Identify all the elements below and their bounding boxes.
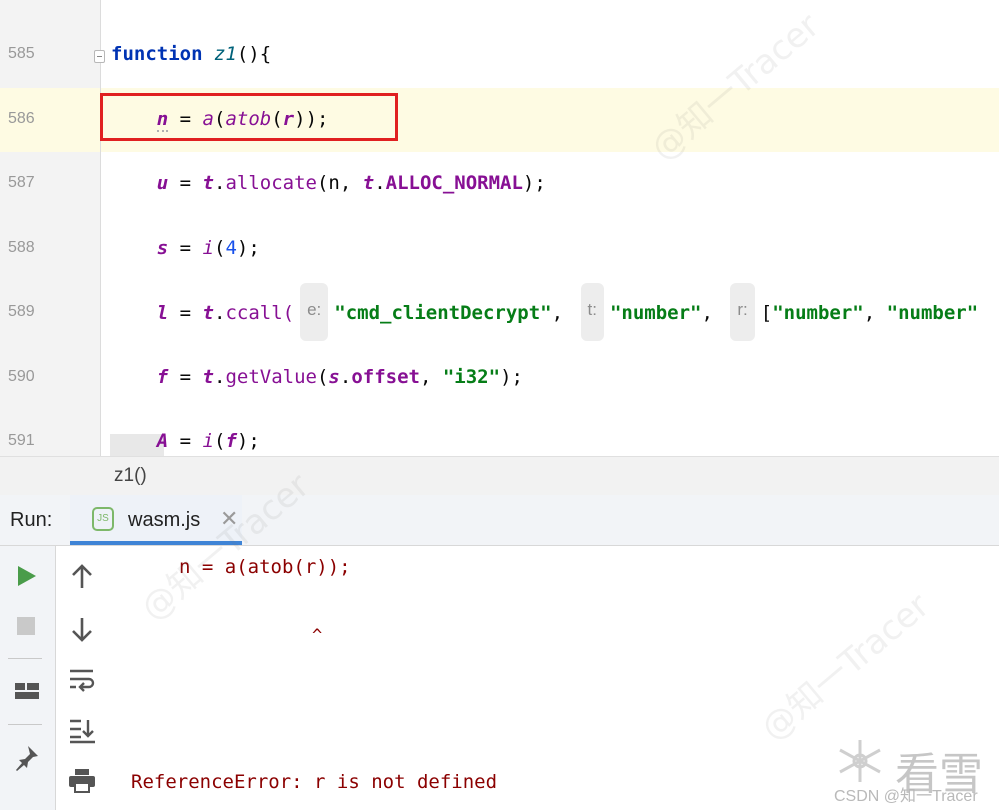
- play-icon[interactable]: [16, 564, 38, 588]
- code-token: t: [202, 302, 214, 324]
- code-line-589[interactable]: l = t.ccall(e: "cmd_clientDecrypt", t: "nu…: [111, 282, 979, 343]
- toolbar-separator: [8, 658, 42, 659]
- code-token: (: [316, 366, 329, 388]
- code-token: f: [156, 366, 169, 388]
- code-token: );: [500, 366, 523, 388]
- code-token: );: [522, 172, 546, 194]
- line-gutter: [0, 0, 101, 456]
- fold-icon[interactable]: [94, 50, 105, 63]
- line-number: 586: [8, 110, 35, 127]
- breadcrumb-item[interactable]: z1(): [114, 465, 147, 487]
- soft-wrap-icon[interactable]: [69, 668, 97, 694]
- code-token: );: [236, 237, 260, 259]
- code-token: ,: [701, 302, 725, 324]
- arrow-up-icon[interactable]: [71, 564, 93, 590]
- code-token: (n,: [316, 172, 363, 194]
- print-icon[interactable]: [68, 768, 96, 794]
- function-name: z1: [213, 43, 237, 65]
- toolbar-separator: [8, 724, 42, 725]
- csdn-watermark: CSDN @知一Tracer: [834, 788, 978, 805]
- run-secondary-toolbar: [56, 546, 108, 810]
- code-token: =: [168, 237, 203, 259]
- line-number: 589: [8, 303, 35, 320]
- code-token: getValue: [225, 366, 317, 388]
- code-token: );: [236, 430, 260, 452]
- code-token: "number": [886, 302, 979, 324]
- code-token: ,: [863, 302, 887, 324]
- code-token: t: [202, 366, 214, 388]
- run-left-toolbar: [0, 546, 56, 810]
- code-token: i: [202, 237, 214, 259]
- parameter-hint: e:: [300, 282, 329, 341]
- code-token: ccall(: [225, 302, 295, 324]
- arrow-down-icon[interactable]: [71, 616, 93, 642]
- code-token: .: [374, 172, 386, 194]
- code-token: =: [168, 366, 203, 388]
- code-editor[interactable]: 585 586 587 588 589 590 591 function z1(…: [0, 0, 999, 456]
- code-token: =: [168, 172, 203, 194]
- code-line-587[interactable]: u = t.allocate(n, t.ALLOC_NORMAL);: [111, 172, 546, 194]
- code-line-585[interactable]: function z1(){: [111, 43, 271, 65]
- error-message: ReferenceError: r is not defined: [131, 771, 498, 793]
- code-line-591[interactable]: A = i(f);: [111, 430, 260, 452]
- line-number: 591: [8, 432, 35, 449]
- stop-icon[interactable]: [16, 616, 36, 636]
- code-token: s: [328, 366, 340, 388]
- code-line-588[interactable]: s = i(4);: [111, 237, 260, 259]
- code-token: .: [214, 172, 226, 194]
- run-tool-window-header: Run: JS wasm.js ✕: [0, 495, 999, 546]
- line-number: 587: [8, 174, 35, 191]
- code-token: u: [156, 172, 169, 194]
- code-token: "cmd_clientDecrypt": [334, 302, 552, 324]
- code-token: l: [156, 302, 169, 324]
- code-token: s: [156, 237, 169, 259]
- code-line-590[interactable]: f = t.getValue(s.offset, "i32");: [111, 366, 523, 388]
- code-token: f: [225, 430, 237, 452]
- breadcrumb: z1(): [0, 456, 999, 496]
- code-token: (: [214, 237, 226, 259]
- highlight-box: [100, 93, 398, 141]
- code-token: .: [214, 302, 226, 324]
- line-number: 590: [8, 368, 35, 385]
- code-token: [: [760, 302, 773, 324]
- code-token: t: [362, 172, 375, 194]
- code-token: allocate: [225, 172, 317, 194]
- scroll-to-end-icon[interactable]: [69, 718, 97, 744]
- code-token: (){: [236, 43, 272, 65]
- code-token: "number": [609, 302, 702, 324]
- keyword: function: [111, 43, 203, 65]
- code-token: (: [214, 430, 226, 452]
- js-file-icon: JS: [92, 507, 114, 531]
- code-token: t: [202, 172, 214, 194]
- console-caret: ^: [312, 626, 323, 646]
- code-token: i: [202, 430, 214, 452]
- code-token: "number": [772, 302, 864, 324]
- kanxue-logo-icon: [839, 740, 881, 782]
- parameter-hint: r:: [730, 282, 755, 341]
- code-token: ,: [551, 302, 575, 324]
- code-token: "i32": [442, 366, 501, 388]
- code-token: 4: [225, 237, 237, 259]
- line-number: 585: [8, 45, 35, 62]
- code-token: .: [214, 366, 226, 388]
- code-token: ALLOC_NORMAL: [385, 172, 523, 194]
- run-label: Run:: [10, 509, 53, 531]
- code-token: offset: [351, 366, 420, 388]
- tab-label: wasm.js: [128, 509, 201, 531]
- layout-icon[interactable]: [15, 681, 39, 701]
- code-token: =: [168, 302, 203, 324]
- code-token: .: [339, 366, 352, 388]
- code-token: =: [168, 430, 203, 452]
- code-token: ,: [419, 366, 443, 388]
- parameter-hint: t:: [580, 282, 604, 341]
- pin-icon[interactable]: [14, 744, 40, 772]
- line-number: 588: [8, 239, 35, 256]
- code-token: A: [156, 430, 169, 452]
